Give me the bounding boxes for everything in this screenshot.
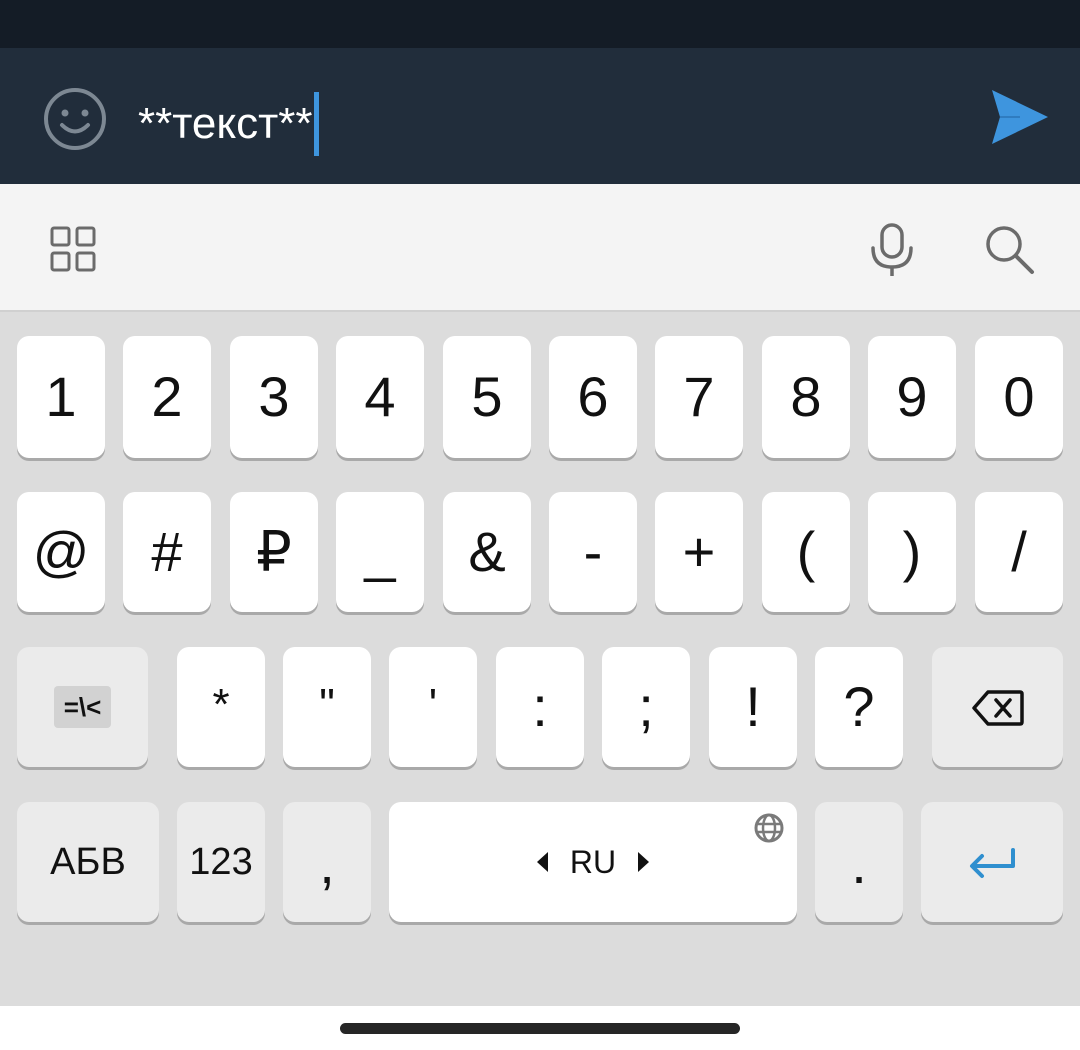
key-hash[interactable]: # — [123, 492, 211, 612]
key-label: - — [583, 520, 603, 583]
symbols-page-switch-key[interactable]: =\< — [17, 647, 148, 767]
key-label: _ — [364, 520, 396, 583]
key-label: 5 — [471, 365, 503, 428]
globe-icon — [753, 812, 785, 852]
keyboard-toolbar — [0, 184, 1080, 312]
key-label: 8 — [790, 365, 822, 428]
alphabet-switch-label: АБВ — [50, 841, 126, 883]
key-label: 2 — [151, 365, 183, 428]
key-6[interactable]: 6 — [549, 336, 637, 458]
smiley-face-icon[interactable] — [42, 86, 108, 152]
symbol-keyboard: 1 2 3 4 5 6 7 8 9 0 @ # ₽ _ & - + ( ) / … — [0, 312, 1080, 1006]
key-label: 4 — [364, 365, 396, 428]
key-label: ) — [902, 520, 922, 583]
key-plus[interactable]: + — [655, 492, 743, 612]
key-colon[interactable]: : — [496, 647, 584, 767]
key-ampersand[interactable]: & — [443, 492, 531, 612]
send-arrow-icon[interactable] — [990, 88, 1050, 146]
microphone-icon[interactable] — [866, 222, 918, 278]
key-label: . — [851, 832, 867, 895]
key-0[interactable]: 0 — [975, 336, 1063, 458]
grid-menu-icon[interactable] — [50, 226, 96, 272]
key-label: / — [1011, 520, 1027, 583]
key-label: , — [319, 832, 335, 895]
key-label: # — [151, 520, 183, 583]
key-label: 9 — [896, 365, 928, 428]
key-label: ( — [796, 520, 816, 583]
alphabet-switch-key[interactable]: АБВ — [17, 802, 159, 922]
numeric-switch-label: 123 — [189, 841, 253, 883]
space-bar[interactable]: RU — [389, 802, 797, 922]
numeric-switch-key[interactable]: 123 — [177, 802, 265, 922]
language-next-icon — [638, 852, 650, 872]
enter-arrow-icon — [966, 830, 1018, 895]
key-label: ; — [638, 675, 654, 738]
key-semicolon[interactable]: ; — [602, 647, 690, 767]
key-label: 3 — [258, 365, 290, 428]
key-1[interactable]: 1 — [17, 336, 105, 458]
key-label: ? — [843, 675, 875, 738]
key-question[interactable]: ? — [815, 647, 903, 767]
key-7[interactable]: 7 — [655, 336, 743, 458]
key-apostrophe[interactable]: ' — [389, 647, 477, 767]
search-icon[interactable] — [982, 222, 1038, 278]
status-bar — [0, 0, 1080, 48]
key-exclamation[interactable]: ! — [709, 647, 797, 767]
key-label: + — [682, 520, 716, 583]
backspace-icon — [971, 675, 1024, 740]
home-indicator[interactable] — [340, 1023, 740, 1034]
key-comma[interactable]: , — [283, 802, 371, 922]
key-label: 7 — [683, 365, 715, 428]
key-label: 0 — [1003, 365, 1035, 428]
key-9[interactable]: 9 — [868, 336, 956, 458]
key-label: @ — [32, 520, 90, 583]
message-input[interactable]: **текст** — [138, 92, 319, 156]
key-slash[interactable]: / — [975, 492, 1063, 612]
key-minus[interactable]: - — [549, 492, 637, 612]
key-ruble[interactable]: ₽ — [230, 492, 318, 612]
text-caret — [313, 92, 319, 156]
key-4[interactable]: 4 — [336, 336, 424, 458]
key-label: 6 — [577, 365, 609, 428]
space-language-label: RU — [569, 844, 617, 880]
key-period[interactable]: . — [815, 802, 903, 922]
backspace-key[interactable] — [932, 647, 1063, 767]
key-8[interactable]: 8 — [762, 336, 850, 458]
key-label: ₽ — [256, 520, 292, 583]
key-underscore[interactable]: _ — [336, 492, 424, 612]
key-asterisk[interactable]: * — [177, 647, 265, 767]
key-label: * — [212, 680, 230, 729]
key-label: ' — [428, 680, 438, 729]
key-label: " — [319, 680, 335, 729]
key-5[interactable]: 5 — [443, 336, 531, 458]
key-3[interactable]: 3 — [230, 336, 318, 458]
language-prev-icon — [536, 852, 548, 872]
key-double-quote[interactable]: " — [283, 647, 371, 767]
navigation-bar — [0, 1006, 1080, 1050]
key-label: & — [468, 520, 506, 583]
key-open-paren[interactable]: ( — [762, 492, 850, 612]
key-label: ! — [745, 675, 761, 738]
message-compose-bar: **текст** — [0, 48, 1080, 184]
message-text: **текст** — [138, 99, 313, 148]
enter-key[interactable] — [921, 802, 1063, 922]
key-label: 1 — [45, 365, 77, 428]
key-label: : — [532, 675, 548, 738]
key-at[interactable]: @ — [17, 492, 105, 612]
key-2[interactable]: 2 — [123, 336, 211, 458]
key-close-paren[interactable]: ) — [868, 492, 956, 612]
symbols-page-switch-label: =\< — [53, 686, 112, 728]
